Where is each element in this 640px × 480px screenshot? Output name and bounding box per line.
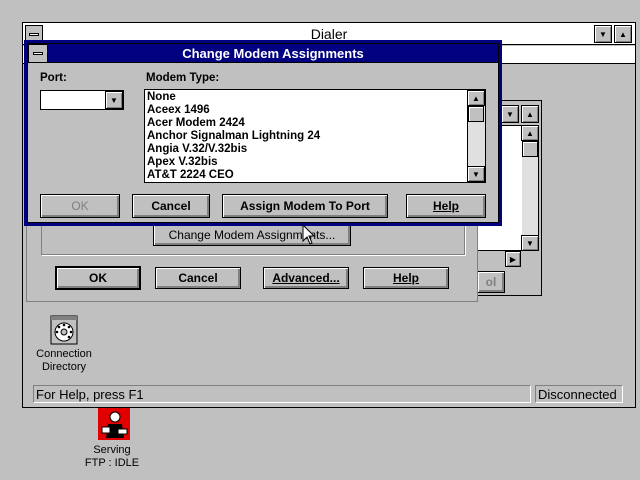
status-text: For Help, press F1 bbox=[36, 387, 144, 402]
modal-ok-button[interactable]: OK bbox=[40, 194, 120, 218]
modal-titlebar[interactable]: Change Modem Assignments bbox=[28, 44, 498, 63]
status-bar: For Help, press F1 bbox=[33, 385, 531, 403]
list-item[interactable]: Aceex 1496 bbox=[145, 104, 467, 117]
panel-scroll-up-icon[interactable]: ▲ bbox=[521, 105, 539, 123]
modem-type-listbox[interactable]: None Aceex 1496 Acer Modem 2424 Anchor S… bbox=[144, 89, 486, 183]
desktop-icon-label: Connection Directory bbox=[36, 348, 92, 373]
dialer-help-button[interactable]: Help bbox=[363, 267, 449, 289]
maximize-icon[interactable]: ▲ bbox=[614, 25, 632, 43]
modem-list-scroll-down-icon[interactable]: ▼ bbox=[467, 166, 485, 182]
modem-list-scroll-thumb[interactable] bbox=[468, 106, 484, 122]
desktop-icon-label: Serving FTP : IDLE bbox=[84, 444, 140, 469]
modal-help-button[interactable]: Help bbox=[406, 194, 486, 218]
partial-button[interactable]: ol bbox=[477, 271, 505, 293]
list-item[interactable]: AT&T 2224 CEO bbox=[145, 169, 467, 182]
phone-dial-icon bbox=[50, 315, 78, 345]
panel-dropdown-arrow-icon[interactable]: ▼ bbox=[501, 105, 519, 123]
list-item[interactable]: None bbox=[145, 91, 467, 104]
modal-title: Change Modem Assignments bbox=[182, 46, 364, 61]
list-scroll-up-icon[interactable]: ▲ bbox=[521, 125, 539, 141]
port-combobox[interactable]: ▼ bbox=[40, 90, 124, 110]
modal-client: Change Modem Assignments Port: ▼ Modem T… bbox=[27, 43, 499, 223]
dialer-advanced-button[interactable]: Advanced... bbox=[263, 267, 349, 289]
dialer-cancel-button[interactable]: Cancel bbox=[155, 267, 241, 289]
list-item[interactable]: Anchor Signalman Lightning 24 bbox=[145, 130, 467, 143]
port-label: Port: bbox=[40, 72, 67, 84]
list-item[interactable]: Apex V.32bis bbox=[145, 156, 467, 169]
list-scroll-track[interactable] bbox=[522, 157, 538, 235]
modem-type-list: None Aceex 1496 Acer Modem 2424 Anchor S… bbox=[145, 91, 467, 182]
desktop-icon-connection-directory[interactable]: Connection Directory bbox=[26, 314, 102, 378]
assign-modem-to-port-button[interactable]: Assign Modem To Port bbox=[222, 194, 388, 218]
list-scroll-down-icon[interactable]: ▼ bbox=[521, 235, 539, 251]
desktop: { "dialer": { "title": "Dialer", "status… bbox=[0, 0, 640, 480]
modal-system-menu-icon[interactable] bbox=[28, 44, 48, 63]
dialer-ok-button[interactable]: OK bbox=[55, 266, 141, 290]
change-modem-assignments-button[interactable]: Change Modem Assignments... bbox=[153, 224, 351, 246]
minimize-icon[interactable]: ▼ bbox=[594, 25, 612, 43]
port-dropdown-arrow-icon[interactable]: ▼ bbox=[105, 91, 123, 109]
desktop-icon-serving-ftp[interactable]: Serving FTP : IDLE bbox=[74, 408, 150, 472]
list-scroll-thumb[interactable] bbox=[522, 141, 538, 157]
ftp-server-icon bbox=[98, 408, 130, 440]
modem-type-label: Modem Type: bbox=[146, 72, 220, 84]
modem-list-scroll-up-icon[interactable]: ▲ bbox=[467, 90, 485, 106]
modal-cancel-button[interactable]: Cancel bbox=[132, 194, 210, 218]
list-item[interactable]: Angia V.32/V.32bis bbox=[145, 143, 467, 156]
change-modem-dialog: Change Modem Assignments Port: ▼ Modem T… bbox=[24, 40, 502, 226]
hscroll-right-icon[interactable]: ▶ bbox=[505, 251, 521, 267]
mouse-cursor-icon bbox=[302, 224, 316, 245]
connection-status-text: Disconnected bbox=[538, 387, 617, 402]
list-item[interactable]: Acer Modem 2424 bbox=[145, 117, 467, 130]
status-connection: Disconnected bbox=[535, 385, 623, 403]
